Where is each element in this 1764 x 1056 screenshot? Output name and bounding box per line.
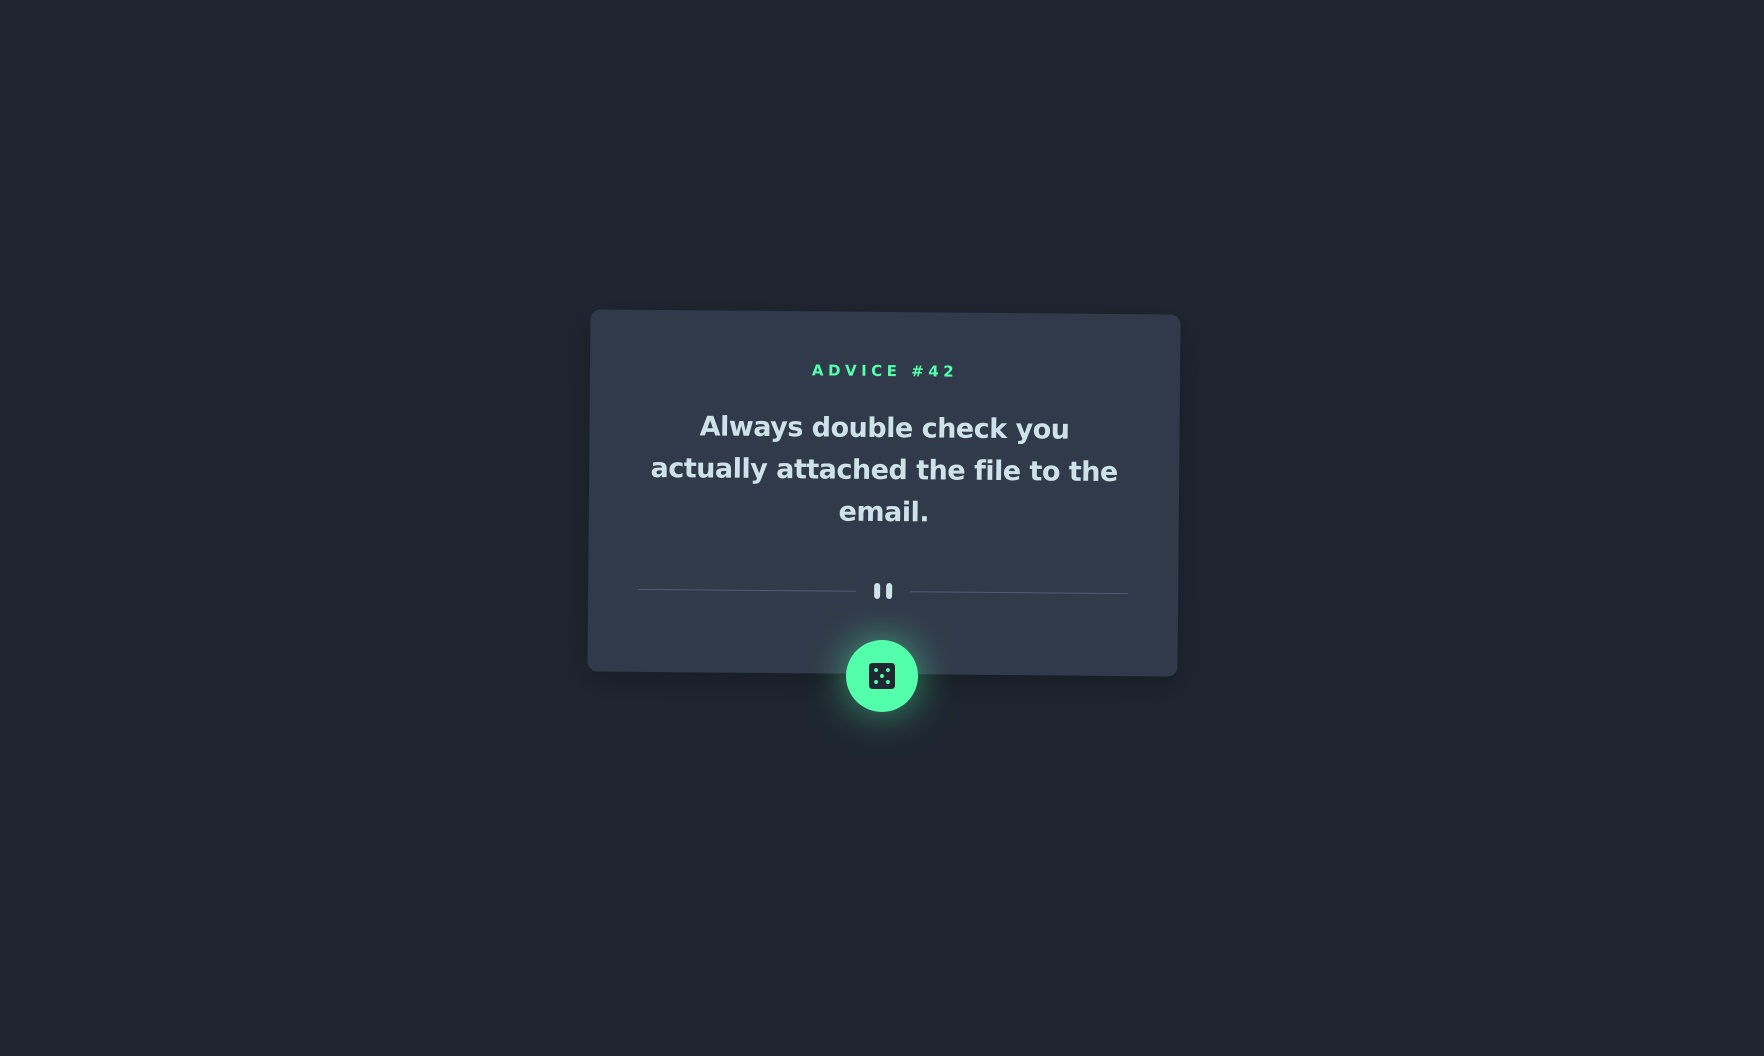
divider-line-left: [638, 588, 857, 592]
advice-quote: Always double check you actually attache…: [650, 411, 1118, 529]
advice-number-label: ADVICE #42: [811, 361, 959, 381]
divider: [638, 581, 1129, 601]
page: ADVICE #42 Always double check you actua…: [0, 0, 1764, 1056]
pause-bar-left: [874, 582, 881, 599]
advice-card: ADVICE #42 Always double check you actua…: [587, 309, 1181, 677]
pause-bar-right: [886, 583, 893, 600]
divider-line-right: [910, 590, 1129, 594]
pause-icon: [874, 582, 893, 600]
generate-advice-button[interactable]: [846, 640, 918, 712]
dice-icon: [869, 663, 895, 689]
